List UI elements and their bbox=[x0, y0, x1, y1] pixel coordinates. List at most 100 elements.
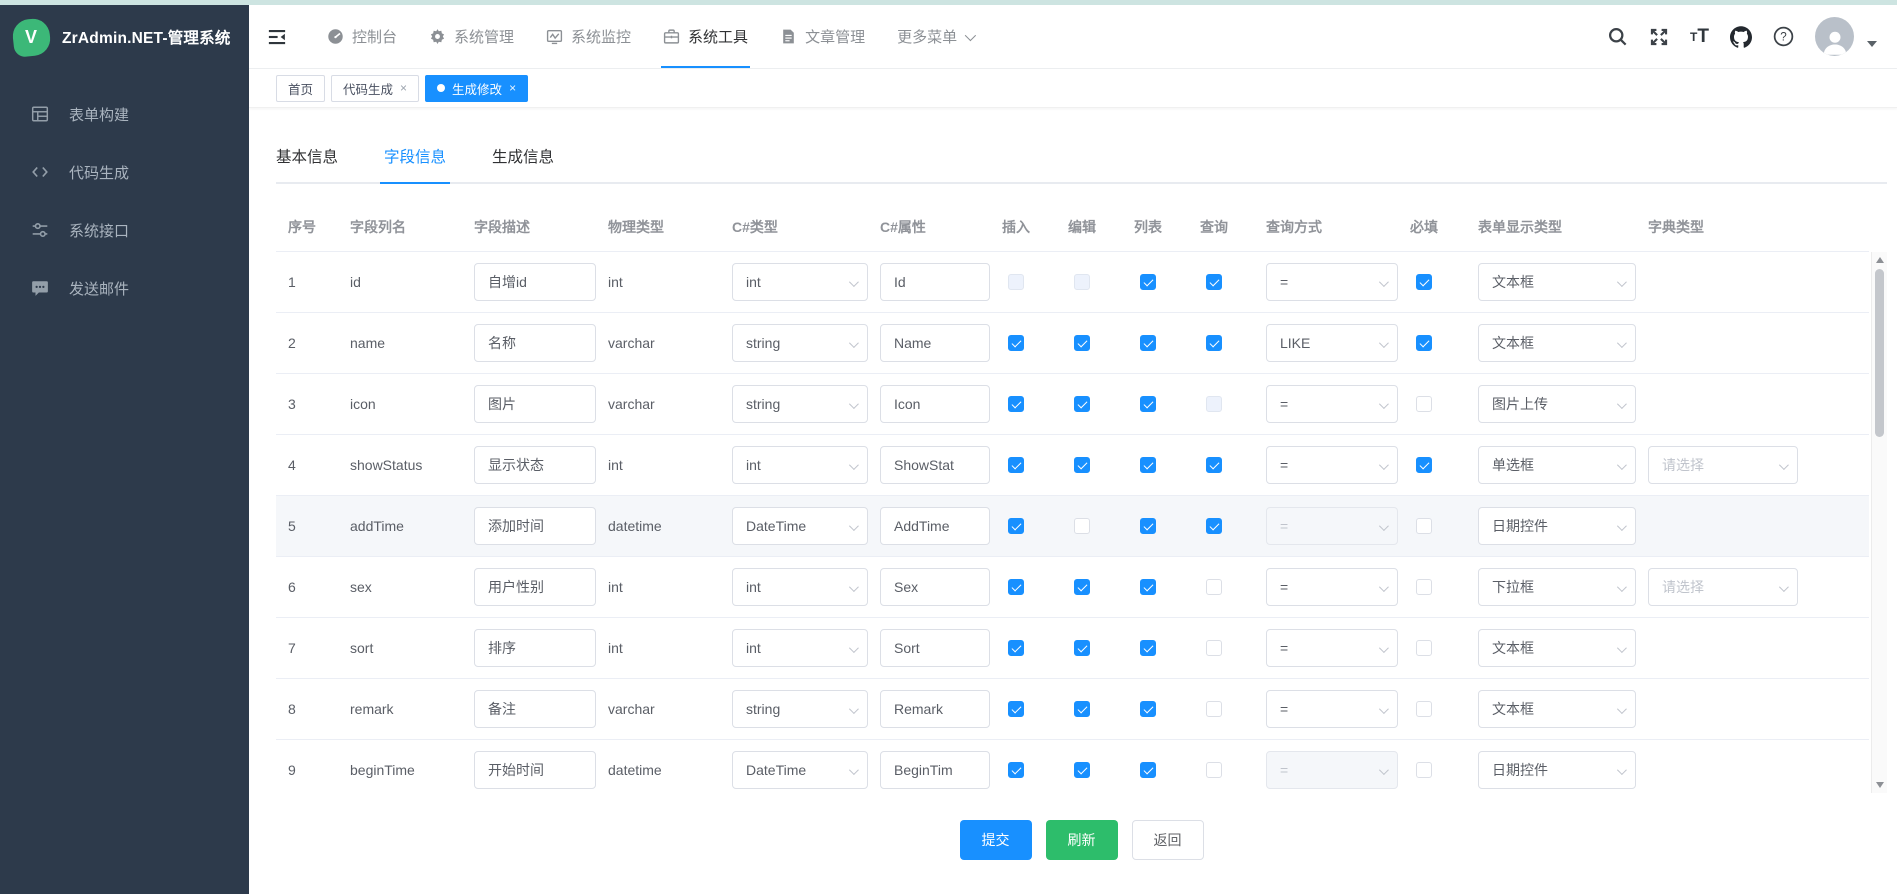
cs-type-select[interactable]: string bbox=[732, 385, 868, 423]
nav-item-gear[interactable]: 系统管理 bbox=[413, 5, 530, 68]
cs-prop-input[interactable] bbox=[880, 751, 990, 789]
query-mode-select[interactable]: = bbox=[1266, 568, 1398, 606]
edit-checkbox[interactable] bbox=[1074, 701, 1090, 717]
list-checkbox[interactable] bbox=[1140, 640, 1156, 656]
refresh-button[interactable]: 刷新 bbox=[1046, 820, 1118, 860]
query-checkbox[interactable] bbox=[1206, 640, 1222, 656]
required-checkbox[interactable] bbox=[1416, 701, 1432, 717]
field-desc-input[interactable] bbox=[474, 751, 596, 789]
scroll-up-icon[interactable] bbox=[1876, 257, 1884, 263]
required-checkbox[interactable] bbox=[1416, 762, 1432, 778]
query-mode-select[interactable]: = bbox=[1266, 690, 1398, 728]
nav-item-toolbox[interactable]: 系统工具 bbox=[647, 5, 764, 68]
field-desc-input[interactable] bbox=[474, 568, 596, 606]
field-desc-input[interactable] bbox=[474, 690, 596, 728]
dict-type-select[interactable]: 请选择 bbox=[1648, 568, 1798, 606]
required-checkbox[interactable] bbox=[1416, 335, 1432, 351]
query-checkbox[interactable] bbox=[1206, 335, 1222, 351]
edit-checkbox[interactable] bbox=[1074, 457, 1090, 473]
collapse-menu-icon[interactable] bbox=[267, 27, 287, 47]
display-type-select[interactable]: 单选框 bbox=[1478, 446, 1636, 484]
cs-type-select[interactable]: int bbox=[732, 263, 868, 301]
required-checkbox[interactable] bbox=[1416, 579, 1432, 595]
sidebar-item-mail[interactable]: 发送邮件 bbox=[0, 259, 249, 317]
nav-item-dashboard[interactable]: 控制台 bbox=[311, 5, 413, 68]
edit-checkbox[interactable] bbox=[1074, 335, 1090, 351]
field-desc-input[interactable] bbox=[474, 263, 596, 301]
cs-type-select[interactable]: int bbox=[732, 629, 868, 667]
required-checkbox[interactable] bbox=[1416, 396, 1432, 412]
display-type-select[interactable]: 日期控件 bbox=[1478, 507, 1636, 545]
query-checkbox[interactable] bbox=[1206, 518, 1222, 534]
search-icon[interactable] bbox=[1608, 27, 1628, 47]
cs-type-select[interactable]: DateTime bbox=[732, 507, 868, 545]
nav-item-article[interactable]: 文章管理 bbox=[764, 5, 881, 68]
display-type-select[interactable]: 文本框 bbox=[1478, 263, 1636, 301]
sidebar-item-api[interactable]: 系统接口 bbox=[0, 201, 249, 259]
edit-checkbox[interactable] bbox=[1074, 518, 1090, 534]
query-mode-select[interactable]: = bbox=[1266, 263, 1398, 301]
display-type-select[interactable]: 日期控件 bbox=[1478, 751, 1636, 789]
cs-type-select[interactable]: DateTime bbox=[732, 751, 868, 789]
insert-checkbox[interactable] bbox=[1008, 640, 1024, 656]
tagbar-tab-2[interactable]: 生成修改× bbox=[425, 75, 528, 102]
scroll-down-icon[interactable] bbox=[1876, 782, 1884, 788]
fullscreen-icon[interactable] bbox=[1649, 27, 1669, 47]
required-checkbox[interactable] bbox=[1416, 457, 1432, 473]
table-scrollbar[interactable] bbox=[1871, 252, 1887, 793]
list-checkbox[interactable] bbox=[1140, 579, 1156, 595]
query-mode-select[interactable]: = bbox=[1266, 385, 1398, 423]
cs-type-select[interactable]: int bbox=[732, 446, 868, 484]
list-checkbox[interactable] bbox=[1140, 335, 1156, 351]
query-checkbox[interactable] bbox=[1206, 274, 1222, 290]
cs-prop-input[interactable] bbox=[880, 385, 990, 423]
query-mode-select[interactable]: = bbox=[1266, 629, 1398, 667]
insert-checkbox[interactable] bbox=[1008, 396, 1024, 412]
edit-checkbox[interactable] bbox=[1074, 396, 1090, 412]
cs-prop-input[interactable] bbox=[880, 446, 990, 484]
dict-type-select[interactable]: 请选择 bbox=[1648, 446, 1798, 484]
query-mode-select[interactable]: = bbox=[1266, 446, 1398, 484]
insert-checkbox[interactable] bbox=[1008, 457, 1024, 473]
cs-prop-input[interactable] bbox=[880, 568, 990, 606]
nav-item-more[interactable]: 更多菜单 bbox=[881, 5, 989, 68]
close-icon[interactable]: × bbox=[509, 82, 516, 94]
list-checkbox[interactable] bbox=[1140, 396, 1156, 412]
insert-checkbox[interactable] bbox=[1008, 579, 1024, 595]
field-desc-input[interactable] bbox=[474, 385, 596, 423]
sidebar-item-form-build[interactable]: 表单构建 bbox=[0, 85, 249, 143]
edit-checkbox[interactable] bbox=[1074, 762, 1090, 778]
scrollbar-thumb[interactable] bbox=[1875, 269, 1884, 437]
required-checkbox[interactable] bbox=[1416, 640, 1432, 656]
help-icon[interactable]: ? bbox=[1773, 26, 1794, 47]
cs-prop-input[interactable] bbox=[880, 507, 990, 545]
insert-checkbox[interactable] bbox=[1008, 762, 1024, 778]
cs-prop-input[interactable] bbox=[880, 690, 990, 728]
panel-tab-1[interactable]: 字段信息 bbox=[384, 145, 446, 182]
cs-prop-input[interactable] bbox=[880, 629, 990, 667]
cs-type-select[interactable]: int bbox=[732, 568, 868, 606]
tagbar-tab-0[interactable]: 首页 bbox=[276, 75, 325, 102]
cs-prop-input[interactable] bbox=[880, 324, 990, 362]
font-size-icon[interactable]: TT bbox=[1690, 26, 1709, 48]
submit-button[interactable]: 提交 bbox=[960, 820, 1032, 860]
field-desc-input[interactable] bbox=[474, 507, 596, 545]
avatar-caret-icon[interactable] bbox=[1867, 41, 1877, 47]
display-type-select[interactable]: 图片上传 bbox=[1478, 385, 1636, 423]
field-desc-input[interactable] bbox=[474, 324, 596, 362]
list-checkbox[interactable] bbox=[1140, 701, 1156, 717]
query-checkbox[interactable] bbox=[1206, 457, 1222, 473]
field-desc-input[interactable] bbox=[474, 629, 596, 667]
field-desc-input[interactable] bbox=[474, 446, 596, 484]
required-checkbox[interactable] bbox=[1416, 518, 1432, 534]
insert-checkbox[interactable] bbox=[1008, 518, 1024, 534]
insert-checkbox[interactable] bbox=[1008, 701, 1024, 717]
list-checkbox[interactable] bbox=[1140, 274, 1156, 290]
query-mode-select[interactable]: LIKE bbox=[1266, 324, 1398, 362]
back-button[interactable]: 返回 bbox=[1132, 820, 1204, 860]
user-avatar[interactable] bbox=[1815, 17, 1854, 56]
list-checkbox[interactable] bbox=[1140, 762, 1156, 778]
logo-row[interactable]: V ZrAdmin.NET-管理系统 bbox=[0, 5, 249, 69]
github-icon[interactable] bbox=[1730, 26, 1752, 48]
required-checkbox[interactable] bbox=[1416, 274, 1432, 290]
